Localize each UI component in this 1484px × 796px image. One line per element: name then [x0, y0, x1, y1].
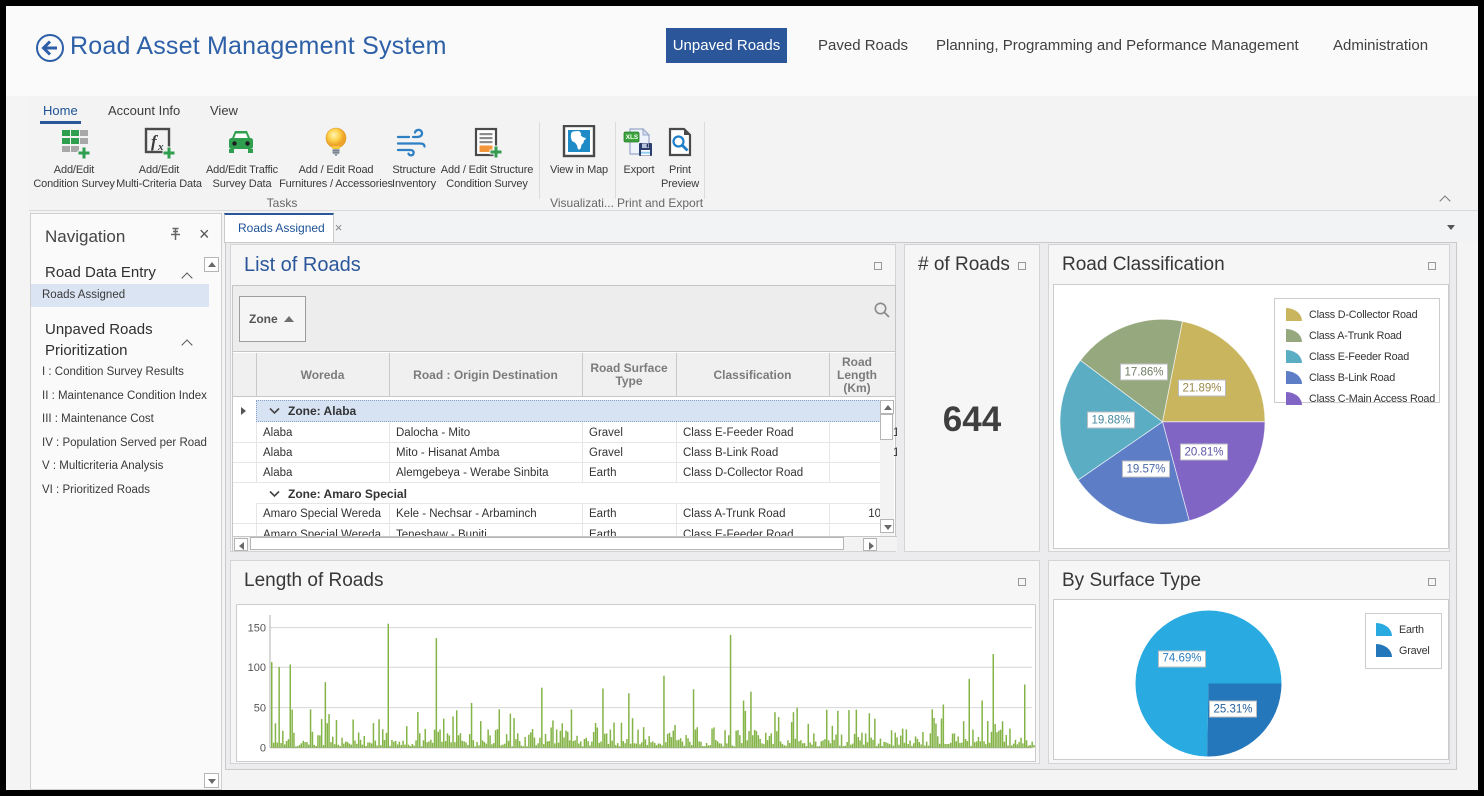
svg-text:0: 0 [260, 743, 266, 755]
svg-text:XLS: XLS [626, 134, 638, 141]
svg-text:150: 150 [248, 623, 266, 635]
svg-text:50: 50 [254, 703, 266, 715]
svg-text:100: 100 [248, 662, 266, 674]
